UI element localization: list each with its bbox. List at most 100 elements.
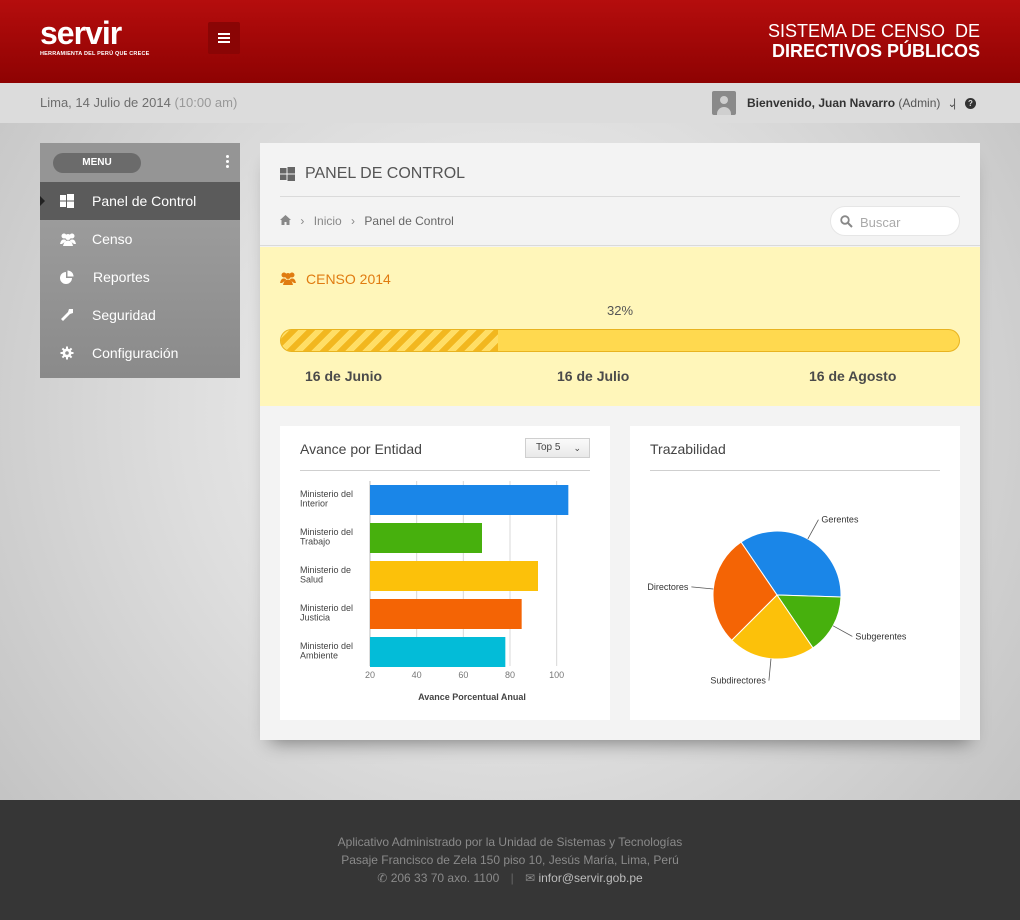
progress-fill [281,330,498,351]
sidebar: MENU Panel de Control Censo Reportes Seg… [40,143,240,378]
sidebar-item-seguridad[interactable]: Seguridad [40,296,240,334]
footer-admin-text: Aplicativo Administrado por la Unidad de… [337,835,683,849]
logo-word: servir [40,15,122,51]
page-title: PANEL DE CONTROL [305,165,466,182]
sidebar-item-configuracion[interactable]: Configuración [40,334,240,372]
pie-leader-line [691,586,714,590]
bar [370,561,538,591]
pie-chart: Gerentes Subgerentes Subdirectores Director… [647,515,907,686]
category-label: Interior [300,499,328,509]
pie-label: Directores [647,582,689,592]
pie-leader-line [807,519,819,540]
chevron-right-icon: › [300,214,305,228]
pie-leader-line [832,625,853,637]
breadcrumb: › Inicio › Panel de Control [280,214,454,228]
milestone-start: 16 de Junio [305,368,383,384]
sidebar-header: MENU [40,143,240,182]
bar [370,485,569,515]
footer-phone: 206 33 70 axo. 1100 [390,871,500,885]
x-axis-label: Avance Porcentual Anual [418,692,526,702]
users-icon [280,271,296,290]
bar [370,523,482,553]
footer-contact: ✆ 206 33 70 axo. 1100 | ✉ infor@servir.g… [0,871,1020,885]
category-label: Justicia [300,613,330,623]
welcome-text: Bienvenido, Juan Navarro [747,96,896,110]
census-title: CENSO 2014 [306,271,391,287]
category-label: Ministerio del [300,603,353,613]
sidebar-item-label: Censo [92,231,133,247]
sidebar-item-reportes[interactable]: Reportes [40,258,240,296]
search-box[interactable] [830,206,960,236]
category-label: Ambiente [300,651,338,661]
chevron-right-icon: › [351,214,356,228]
sidebar-item-label: Panel de Control [92,193,197,209]
x-tick-label: 60 [458,670,468,680]
x-tick-label: 80 [505,670,515,680]
bar [370,599,522,629]
divider [260,245,980,246]
milestone-end: 16 de Agosto [809,368,897,384]
wrench-icon [60,308,74,322]
main-panel: PANEL DE CONTROL › Inicio › Panel de Con… [260,143,980,740]
home-icon[interactable] [280,214,294,228]
sidebar-item-censo[interactable]: Censo [40,220,240,258]
top-header: servir HERRAMIENTA DEL PERÚ QUE CRECE SI… [0,0,1020,83]
category-label: Trabajo [300,537,330,547]
census-progress-section: CENSO 2014 32% 16 de Junio 16 de Julio 1… [260,247,980,406]
breadcrumb-current: Panel de Control [364,214,454,228]
search-input[interactable] [860,213,952,231]
footer-address: Pasaje Francisco de Zela 150 piso 10, Je… [341,853,679,867]
footer-email-link[interactable]: infor@servir.gob.pe [538,871,642,885]
windows-icon [60,194,74,208]
time-text: (10:00 am) [174,95,238,110]
pie-label: Subgerentes [855,631,907,641]
pie-leader-line [768,658,772,681]
progress-percent: 32% [606,303,634,318]
footer: Aplicativo Administrado por la Unidad de… [0,800,1020,920]
panel-title-bar: PANEL DE CONTROL [280,143,960,197]
traceability-card: Trazabilidad Gerentes Subgerentes Subdirec… [630,426,960,720]
milestone-mid: 16 de Julio [557,368,630,384]
servir-logo[interactable]: servir HERRAMIENTA DEL PERÚ QUE CRECE [40,15,150,57]
pie-label: Gerentes [821,515,859,525]
windows-icon [280,167,295,186]
current-date: Lima, 14 Julio de 2014 (10:00 am) [40,95,237,110]
bar [370,637,506,667]
x-tick-label: 100 [549,670,564,680]
search-icon[interactable] [840,215,853,233]
category-label: Ministerio del [300,641,353,651]
info-bar: Lima, 14 Julio de 2014 (10:00 am) Bienve… [0,83,1020,123]
sidebar-item-panel-de-control[interactable]: Panel de Control [40,182,240,220]
census-progress-bar [280,329,960,352]
category-label: Ministerio del [300,527,353,537]
logo-tagline: HERRAMIENTA DEL PERÚ QUE CRECE [40,51,150,57]
user-menu[interactable]: Bienvenido, Juan Navarro (Admin) ⌄ [747,96,956,110]
sidebar-item-label: Reportes [93,269,150,285]
app-title: SISTEMA DE CENSO DE DIRECTIVOS PÚBLICOS [768,21,980,61]
phone-icon: ✆ [377,871,388,885]
kebab-menu-icon[interactable] [226,155,229,170]
date-text: Lima, 14 Julio de 2014 [40,95,171,110]
breadcrumb-home-link[interactable]: Inicio [314,214,342,228]
avatar[interactable] [712,91,736,115]
app-title-line1: SISTEMA DE CENSO DE [767,21,980,41]
divider: | [510,871,514,885]
gear-icon [60,346,74,360]
hamburger-icon[interactable] [208,22,240,54]
user-role: (Admin) [898,96,941,110]
category-label: Ministerio del [300,489,353,499]
envelope-icon: ✉ [525,871,536,885]
x-tick-label: 40 [412,670,422,680]
divider: | [953,96,957,110]
category-label: Salud [300,575,323,585]
menu-label[interactable]: MENU [53,153,141,173]
x-tick-label: 20 [365,670,375,680]
pie-chart-icon [60,270,74,284]
category-label: Ministerio de [300,565,351,575]
sidebar-item-label: Seguridad [92,307,156,323]
sidebar-item-label: Configuración [92,345,179,361]
app-title-line2: DIRECTIVOS PÚBLICOS [771,41,980,61]
help-icon[interactable]: ? [965,98,976,109]
users-icon [60,232,76,246]
entity-progress-card: Avance por Entidad Top 5 ⌄ 20 40 60 80 100 Mi… [280,426,610,720]
